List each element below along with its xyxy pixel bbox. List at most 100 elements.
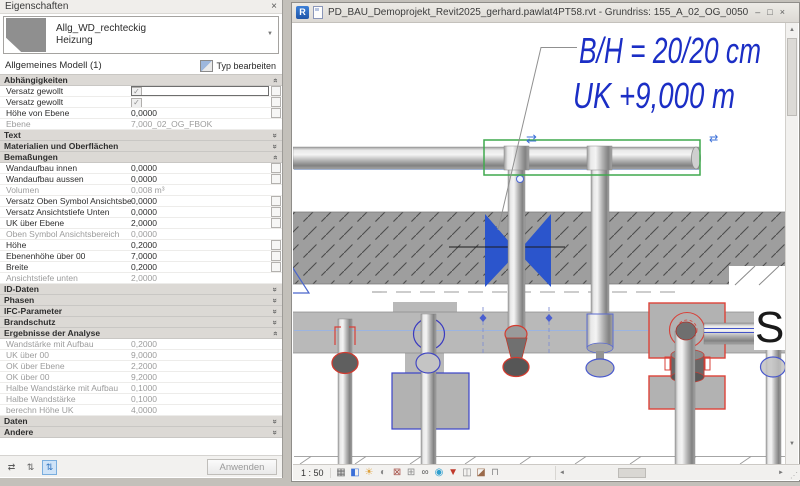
property-row[interactable]: Halbe Wandstärke mit Aufbau0,1000	[0, 383, 282, 394]
crop-view-icon[interactable]: ⊠	[391, 466, 404, 479]
close-icon[interactable]: ×	[271, 0, 277, 14]
section-header[interactable]: IFC-Parameter»	[0, 306, 282, 317]
reveal-hidden-icon[interactable]: ◉	[433, 466, 446, 479]
drawing-window-titlebar[interactable]: R PD_BAU_Demoprojekt_Revit2025_gerhard.p…	[292, 3, 799, 23]
flip-arrows-icon-2[interactable]: ⇄	[709, 133, 718, 145]
section-header[interactable]: ID-Daten»	[0, 284, 282, 295]
property-value[interactable]: 9,0000	[131, 350, 269, 360]
property-value[interactable]: 7,000_02_OG_FBOK	[131, 119, 269, 129]
scroll-up-icon[interactable]: ▲	[786, 24, 798, 37]
constraints-icon[interactable]: ⊓	[489, 466, 502, 479]
property-row[interactable]: OK über 009,2000	[0, 372, 282, 383]
horizontal-scrollbar[interactable]: ◄ ►	[555, 466, 787, 480]
expand-icon[interactable]: »	[269, 430, 280, 434]
properties-filter-icon[interactable]: ⇄	[4, 460, 19, 475]
pipe-vertical-5[interactable]	[675, 331, 695, 465]
associate-parameter-button[interactable]	[271, 163, 281, 173]
section-header[interactable]: Ergebnisse der Analyse»	[0, 328, 282, 339]
associate-parameter-button[interactable]	[271, 196, 281, 206]
property-value[interactable]: 0,0000	[131, 207, 269, 217]
property-row[interactable]: Wandstärke mit Aufbau0,2000	[0, 339, 282, 350]
blue-pipe-coupling[interactable]	[416, 353, 440, 373]
property-value[interactable]: 2,2000	[131, 361, 269, 371]
property-value[interactable]: 0,0000	[131, 229, 269, 239]
associate-parameter-button[interactable]	[271, 97, 281, 107]
room-label[interactable]: Sc	[754, 303, 787, 352]
element-filter-label[interactable]: Allgemeines Modell (1)	[5, 60, 102, 71]
flip-arrows-icon[interactable]: ⇄	[526, 131, 537, 146]
expand-icon[interactable]: »	[269, 320, 280, 324]
property-value[interactable]: 0,2000	[131, 240, 269, 250]
resize-grip[interactable]	[787, 466, 800, 480]
crop-region-icon[interactable]: ⊞	[405, 466, 418, 479]
close-button[interactable]: ×	[780, 5, 785, 20]
property-checkbox-cell[interactable]: ✓	[131, 86, 269, 96]
section-header[interactable]: Abhängigkeiten»	[0, 75, 282, 86]
vertical-scrollbar[interactable]: ▲ ▼	[785, 23, 798, 465]
section-header[interactable]: Bemaßungen»	[0, 152, 282, 163]
associate-parameter-button[interactable]	[271, 262, 281, 272]
pipe-vertical-2[interactable]	[421, 314, 436, 465]
property-row[interactable]: Ebene7,000_02_OG_FBOK	[0, 119, 282, 130]
property-value[interactable]: 0,008 m³	[131, 185, 269, 195]
blue-drain-fitting[interactable]	[586, 314, 614, 377]
expand-icon[interactable]: »	[269, 287, 280, 291]
drawing-canvas[interactable]: Sc ⇄ ⇄ B/H = 20/20 cm UK +9,000 m	[293, 23, 787, 465]
pipe-vertical-1[interactable]	[338, 319, 352, 465]
apply-button[interactable]: Anwenden	[207, 459, 277, 475]
property-row[interactable]: Wandaufbau innen0,0000	[0, 163, 282, 174]
visual-style-icon[interactable]: ◧	[349, 466, 362, 479]
associate-parameter-button[interactable]	[271, 218, 281, 228]
section-header[interactable]: Text»	[0, 130, 282, 141]
temporary-view-icon[interactable]: ◫	[461, 466, 474, 479]
expand-icon[interactable]: »	[269, 144, 280, 148]
associate-parameter-button[interactable]	[271, 174, 281, 184]
section-header[interactable]: Daten»	[0, 416, 282, 427]
property-value[interactable]: 7,0000	[131, 251, 269, 261]
property-row[interactable]: Versatz gewollt✓	[0, 97, 282, 108]
property-value[interactable]: 2,0000	[131, 273, 269, 283]
property-row[interactable]: berechn Höhe UK4,0000	[0, 405, 282, 416]
blue-pipe-coupling-2[interactable]	[761, 357, 786, 377]
property-value[interactable]: 0,0000	[131, 108, 269, 118]
shadows-icon[interactable]: ◐	[377, 466, 390, 479]
type-selector[interactable]: Allg_WD_rechteckig Heizung ▼	[3, 16, 279, 54]
scroll-down-icon[interactable]: ▼	[786, 438, 798, 451]
property-row[interactable]: Oben Symbol Ansichtsbereich0,0000	[0, 229, 282, 240]
property-value[interactable]: 0,1000	[131, 383, 269, 393]
property-row[interactable]: Versatz gewollt✓	[0, 86, 282, 97]
associate-parameter-button[interactable]	[271, 108, 281, 118]
view-scale-button[interactable]: 1 : 50	[297, 468, 331, 478]
horizontal-scrollbar-thumb[interactable]	[618, 468, 646, 478]
section-header[interactable]: Phasen»	[0, 295, 282, 306]
property-row[interactable]: Versatz Oben Symbol Ansichtsbereich0,000…	[0, 196, 282, 207]
annotation-line2[interactable]: UK +9,000 m	[573, 75, 735, 116]
section-header[interactable]: Materialien und Oberflächen»	[0, 141, 282, 152]
property-row[interactable]: UK über Ebene2,0000	[0, 218, 282, 229]
expand-icon[interactable]: »	[269, 419, 280, 423]
checkbox[interactable]: ✓	[131, 98, 142, 107]
associate-parameter-button[interactable]	[271, 240, 281, 250]
property-row[interactable]: Halbe Wandstärke0,1000	[0, 394, 282, 405]
property-row[interactable]: UK über 009,0000	[0, 350, 282, 361]
collapse-icon[interactable]: »	[269, 78, 280, 82]
scroll-left-icon[interactable]: ◄	[556, 466, 568, 480]
property-row[interactable]: Wandaufbau aussen0,0000	[0, 174, 282, 185]
associate-parameter-button[interactable]	[271, 207, 281, 217]
vertical-scrollbar-thumb[interactable]	[787, 38, 797, 116]
properties-panel-header[interactable]: Eigenschaften ×	[0, 0, 282, 14]
property-value[interactable]: 0,0000	[131, 174, 269, 184]
scroll-right-icon[interactable]: ►	[775, 466, 787, 480]
property-row[interactable]: Versatz Ansichtstiefe Unten0,0000	[0, 207, 282, 218]
property-value[interactable]: 0,2000	[131, 339, 269, 349]
checkbox[interactable]: ✓	[131, 87, 142, 96]
property-value[interactable]: 2,0000	[131, 218, 269, 228]
minimize-button[interactable]: –	[755, 5, 760, 20]
connector-handle[interactable]	[517, 176, 524, 183]
pipe-tee-fitting-2[interactable]	[587, 146, 612, 170]
expand-icon[interactable]: »	[269, 309, 280, 313]
expand-icon[interactable]: »	[269, 133, 280, 137]
property-row[interactable]: Höhe0,2000	[0, 240, 282, 251]
property-value[interactable]: 4,0000	[131, 405, 269, 415]
property-row[interactable]: Volumen0,008 m³	[0, 185, 282, 196]
